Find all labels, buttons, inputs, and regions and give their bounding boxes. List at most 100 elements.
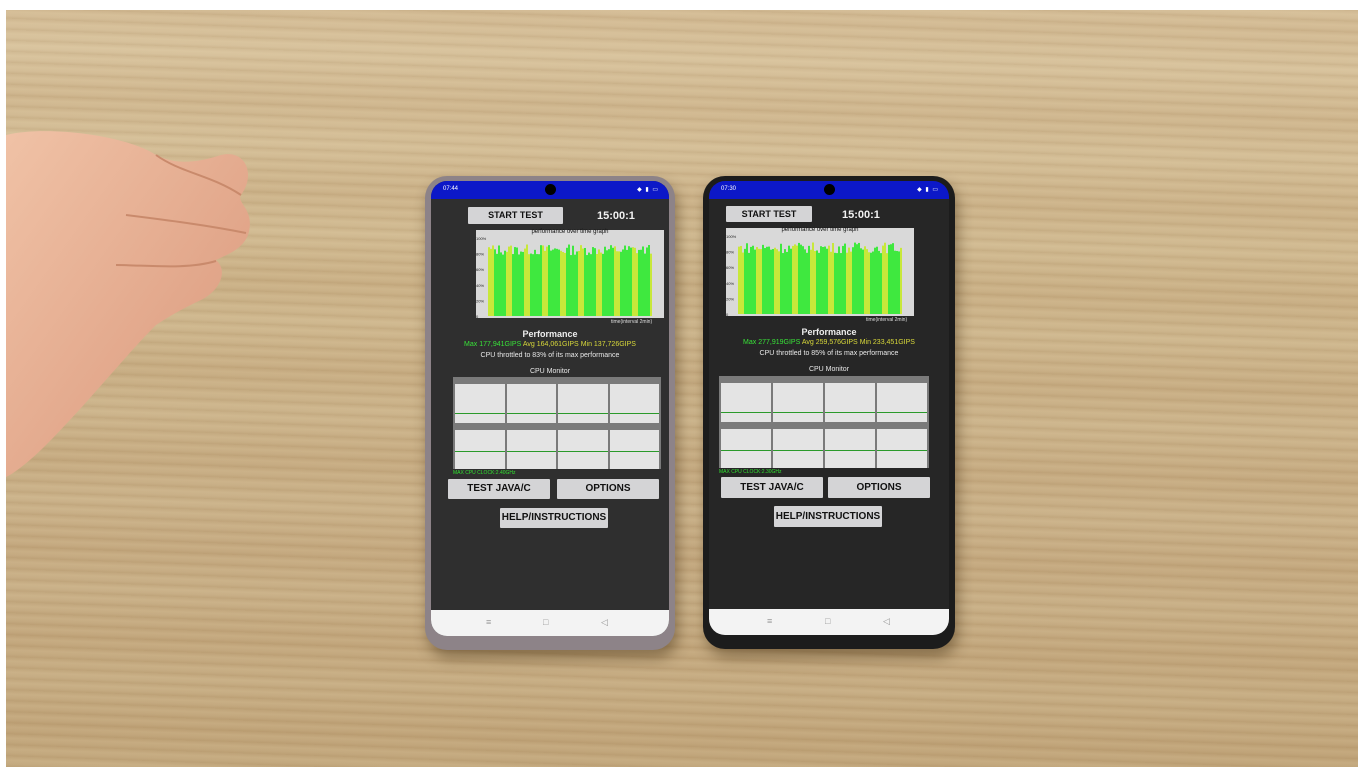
graph-bar	[616, 251, 618, 316]
graph-axis-label: time(interval 2min)	[866, 317, 908, 323]
cpu-core-tile	[558, 430, 608, 469]
cpu-core-load-line	[721, 450, 771, 452]
wooden-table-background: 07:44 ◆ ▮ ▭ START TEST 15:00:1 performan…	[6, 10, 1358, 767]
back-icon[interactable]: ◁	[883, 616, 890, 627]
graph-bar	[802, 246, 804, 314]
graph-bar	[608, 249, 610, 316]
graph-bar	[642, 246, 644, 316]
back-icon[interactable]: ◁	[601, 617, 608, 628]
home-icon[interactable]: □	[543, 617, 548, 627]
graph-bar	[618, 251, 620, 316]
graph-bar	[554, 248, 556, 316]
graph-bar	[556, 248, 558, 316]
cpu-core-tile	[773, 429, 823, 468]
cpu-core-tile	[773, 383, 823, 422]
graph-bar	[500, 252, 502, 316]
graph-bar	[880, 253, 882, 314]
avg-gips: Avg 164,061GIPS	[522, 341, 579, 348]
status-icons: ◆ ▮ ▭	[637, 187, 659, 193]
graph-bar	[886, 253, 888, 314]
graph-bar	[526, 244, 528, 316]
y-tick-label: 20%	[726, 296, 734, 301]
max-cpu-clock: MAX CPU CLOCK:2.40GHz	[453, 470, 516, 476]
graph-bar	[898, 251, 900, 314]
graph-bar	[574, 254, 576, 316]
graph-bar	[646, 247, 648, 316]
help-instructions-button[interactable]: HELP/INSTRUCTIONS	[774, 506, 882, 527]
graph-bar	[778, 251, 780, 314]
graph-bar	[826, 248, 828, 314]
status-time: 07:44	[443, 186, 459, 192]
graph-bar	[870, 252, 872, 314]
cpu-core-tile	[506, 430, 556, 469]
graph-bar	[598, 249, 600, 316]
graph-bar	[580, 245, 582, 316]
graph-bar	[832, 243, 834, 314]
status-bar: 07:30 ◆ ▮ ▭	[709, 181, 949, 199]
graph-bar	[614, 246, 616, 316]
graph-bar	[846, 252, 848, 314]
graph-bar	[790, 248, 792, 314]
start-test-button[interactable]: START TEST	[726, 206, 812, 222]
menu-icon[interactable]: ≡	[486, 617, 491, 627]
graph-bar	[792, 245, 794, 314]
graph-bar	[520, 251, 522, 316]
cpu-core-load-line	[877, 450, 927, 452]
cpu-monitor-grid	[453, 377, 661, 469]
graph-bar	[758, 248, 760, 314]
graph-bar	[568, 244, 570, 316]
graph-bar	[838, 246, 840, 314]
graph-bar	[890, 244, 892, 314]
graph-bar	[550, 250, 552, 316]
graph-bar	[502, 254, 504, 316]
home-icon[interactable]: □	[825, 616, 830, 626]
status-time: 07:30	[721, 186, 737, 192]
graph-bar	[752, 245, 754, 314]
graph-bar	[544, 250, 546, 316]
graph-bar	[490, 248, 492, 316]
help-instructions-button[interactable]: HELP/INSTRUCTIONS	[500, 508, 608, 528]
phone-left: 07:44 ◆ ▮ ▭ START TEST 15:00:1 performan…	[425, 176, 675, 650]
cpu-core-tile	[609, 384, 659, 423]
max-gips: Max 177,941GIPS	[464, 341, 522, 348]
throttle-text: CPU throttled to 85% of its max performa…	[759, 350, 899, 357]
graph-bar	[816, 250, 818, 314]
test-java-c-button[interactable]: TEST JAVA/C	[721, 477, 823, 498]
start-test-button[interactable]: START TEST	[468, 207, 563, 224]
options-button[interactable]: OPTIONS	[828, 477, 930, 498]
graph-bar	[522, 251, 524, 316]
performance-title: Performance	[522, 329, 578, 339]
graph-plot: 100% 80% 60% 40% 20% 0	[726, 234, 902, 316]
graph-bar	[850, 251, 852, 314]
cpu-core-tile	[825, 429, 875, 468]
graph-bar	[632, 247, 634, 316]
camera-cutout	[824, 184, 835, 195]
graph-bar	[572, 245, 574, 316]
graph-bar	[560, 250, 562, 316]
cpu-core-load-line	[455, 413, 505, 415]
graph-bar	[512, 254, 514, 316]
cpu-core-tile	[721, 429, 771, 468]
cpu-core-tile	[609, 430, 659, 469]
menu-icon[interactable]: ≡	[767, 616, 772, 626]
graph-bar	[552, 249, 554, 316]
graph-bar	[876, 246, 878, 314]
graph-bar	[808, 245, 810, 314]
cpu-core-load-line	[558, 451, 608, 453]
graph-bar	[624, 245, 626, 316]
performance-graph: performance over time graph 100% 80% 60% 40…	[726, 227, 914, 316]
timer: 15:00:1	[842, 209, 880, 221]
cpu-core-tile	[825, 383, 875, 422]
graph-bar	[612, 247, 614, 316]
test-java-c-button[interactable]: TEST JAVA/C	[448, 479, 550, 499]
options-button[interactable]: OPTIONS	[557, 479, 659, 499]
graph-bar	[896, 250, 898, 314]
max-gips: Max 277,919GIPS	[743, 339, 801, 346]
graph-bar	[754, 249, 756, 314]
graph-bar	[866, 249, 868, 314]
graph-bar	[836, 253, 838, 314]
graph-bar	[594, 248, 596, 316]
cpu-core-tile	[455, 430, 505, 469]
cpu-core-load-line	[877, 412, 927, 414]
graph-bar	[842, 245, 844, 314]
